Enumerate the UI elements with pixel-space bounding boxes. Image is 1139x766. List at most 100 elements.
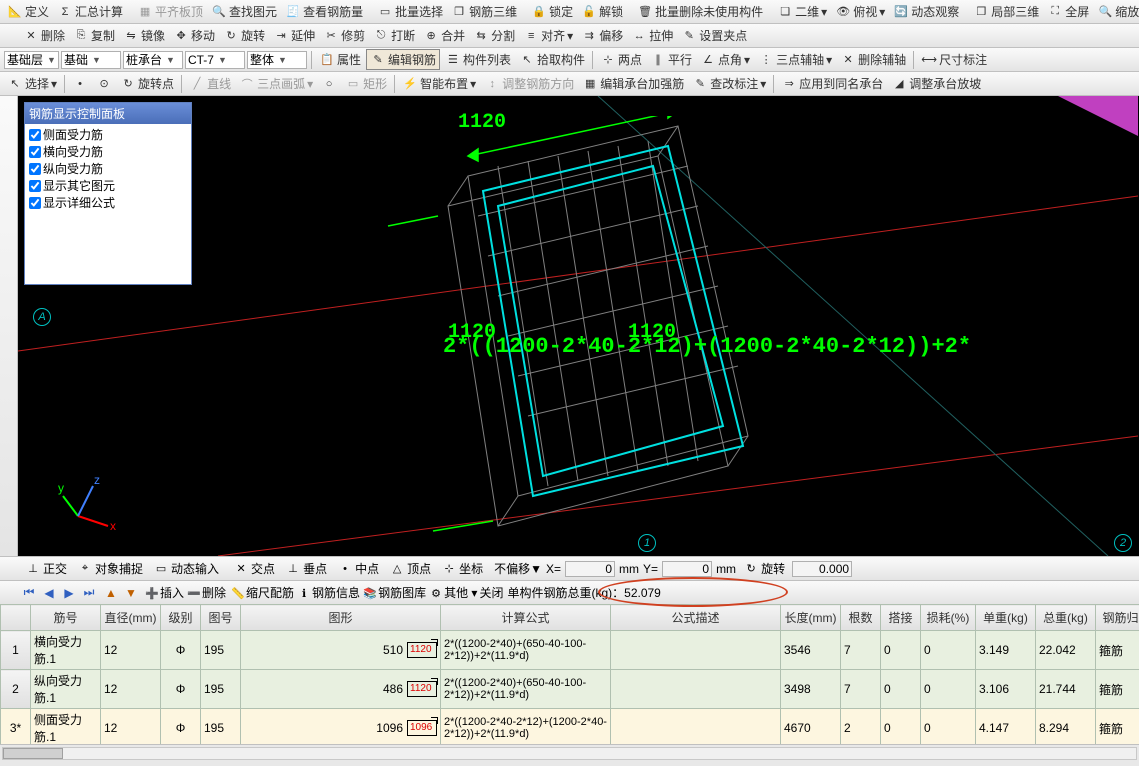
cross-button[interactable]: ✕交点 [230, 559, 278, 578]
rebar-display-panel[interactable]: 钢筋显示控制面板 侧面受力筋 横向受力筋 纵向受力筋 显示其它图元 显示详细公式 [24, 102, 192, 285]
dynview-button[interactable]: 🔄动态观察 [890, 2, 962, 21]
type-dropdown[interactable]: 桩承台▼ [123, 51, 183, 69]
flat-button[interactable]: ▦平齐板顶 [134, 2, 206, 21]
unlock-button[interactable]: 🔓解锁 [578, 2, 626, 21]
extend-button[interactable]: ⇥延伸 [270, 26, 318, 45]
merge-button[interactable]: ⊕合并 [420, 26, 468, 45]
break-button[interactable]: ⎋打断 [370, 26, 418, 45]
category-dropdown[interactable]: 基础▼ [61, 51, 121, 69]
delete-button[interactable]: ✕删除 [20, 26, 68, 45]
nav-next[interactable]: ▶ [60, 584, 78, 602]
nav-prev[interactable]: ◀ [40, 584, 58, 602]
insert-icon: ➕ [144, 585, 160, 601]
break-icon: ⎋ [373, 28, 389, 44]
adjustslope-button[interactable]: ◢调整承台放坡 [888, 74, 984, 93]
viewport-3d[interactable]: 1120 1120 1120 2*((1200-2*40-2*12)+(1200… [18, 96, 1139, 556]
split-button[interactable]: ⇆分割 [470, 26, 518, 45]
insert-button[interactable]: ➕插入 [144, 584, 184, 602]
nav-down[interactable]: ▼ [122, 584, 140, 602]
rotatept-button[interactable]: ↻旋转点 [117, 74, 177, 93]
osnap-button[interactable]: ⌖对象捕捉 [74, 559, 146, 578]
chk-side[interactable]: 侧面受力筋 [27, 126, 189, 143]
adjustdir-button[interactable]: ↕调整钢筋方向 [481, 74, 577, 93]
close-button[interactable]: 关闭 [479, 584, 503, 601]
rot-input[interactable] [792, 561, 852, 577]
nav-last[interactable]: ⏭ [80, 584, 98, 602]
y-input[interactable] [662, 561, 712, 577]
local3d-button[interactable]: ❒局部三维 [970, 2, 1042, 21]
pick-button[interactable]: ↖拾取构件 [516, 50, 588, 69]
rect-button[interactable]: ▭矩形 [342, 74, 390, 93]
dimnote-button[interactable]: ⟷尺寸标注 [918, 50, 990, 69]
applysame-button[interactable]: ⇒应用到同名承台 [778, 74, 886, 93]
chk-horiz[interactable]: 横向受力筋 [27, 143, 189, 160]
trim-button[interactable]: ✂修剪 [320, 26, 368, 45]
rebar-lib-button[interactable]: 📚钢筋图库 [362, 584, 426, 602]
mid-button[interactable]: •中点 [334, 559, 382, 578]
chk-other[interactable]: 显示其它图元 [27, 177, 189, 194]
move-button[interactable]: ✥移动 [170, 26, 218, 45]
define-button[interactable]: 📐定义 [4, 2, 52, 21]
del-icon: ✕ [840, 52, 856, 68]
elem-list-button[interactable]: ☰构件列表 [442, 50, 514, 69]
zoom-button[interactable]: 🔍缩放 [1094, 2, 1139, 21]
rebar-table[interactable]: 筋号直径(mm) 级别图号图形 计算公式公式描述长度(mm) 根数搭接损耗(%)… [0, 604, 1139, 744]
smartplace-button[interactable]: ⚡智能布置 ▾ [399, 74, 479, 93]
icon-btn-3[interactable]: ○ [318, 75, 340, 93]
ptangle-button[interactable]: ∠点角 ▾ [697, 50, 753, 69]
delete-row-button[interactable]: ➖删除 [186, 584, 226, 602]
editcapstrong-button[interactable]: ▦编辑承台加强筋 [579, 74, 687, 93]
coord-button[interactable]: ⊹坐标 [438, 559, 486, 578]
parallel-button[interactable]: ∥平行 [647, 50, 695, 69]
scale-rebar-button[interactable]: 📏缩尺配筋 [230, 584, 294, 602]
copy-button[interactable]: ⎘复制 [70, 26, 118, 45]
select-button[interactable]: ↖选择 ▾ [4, 74, 60, 93]
rotate-button[interactable]: ↻旋转 [220, 26, 268, 45]
offset-button[interactable]: ⇉偏移 [578, 26, 626, 45]
topview-button[interactable]: 👁俯视 ▾ [832, 2, 888, 21]
edit-rebar-button[interactable]: ✎编辑钢筋 [366, 49, 440, 70]
view-rebar-button[interactable]: 🧾查看钢筋量 [282, 2, 366, 21]
other-button[interactable]: ⚙其他 ▾ [428, 584, 477, 602]
mirror-button[interactable]: ⇋镜像 [120, 26, 168, 45]
two-d-button[interactable]: ❏二维 ▾ [774, 2, 830, 21]
icon-btn-2[interactable]: ⊙ [93, 75, 115, 93]
dyninput-button[interactable]: ▭动态输入 [150, 559, 222, 578]
rebar-info-button[interactable]: ℹ钢筋信息 [296, 584, 360, 602]
scope-dropdown[interactable]: 整体▼ [247, 51, 307, 69]
chk-vert[interactable]: 纵向受力筋 [27, 160, 189, 177]
table-row[interactable]: 1横向受力筋.112Φ19551011202*((1200-2*40)+(650… [1, 631, 1139, 670]
threeptaux-button[interactable]: ⋮三点辅轴 ▾ [755, 50, 835, 69]
table-row[interactable]: 3*侧面受力筋.112Φ195109610962*((1200-2*40-2*1… [1, 709, 1139, 745]
icon-btn-1[interactable]: • [69, 75, 91, 93]
batch-select-button[interactable]: ▭批量选择 [374, 2, 446, 21]
x-input[interactable] [565, 561, 615, 577]
attr-button[interactable]: 📋属性 [316, 50, 364, 69]
align-button[interactable]: ≡对齐 ▾ [520, 26, 576, 45]
rebar-grid[interactable]: 筋号直径(mm) 级别图号图形 计算公式公式描述长度(mm) 根数搭接损耗(%)… [0, 604, 1139, 744]
lock-button[interactable]: 🔒锁定 [528, 2, 576, 21]
nav-first[interactable]: ⏮ [20, 584, 38, 602]
fullscreen-button[interactable]: ⛶全屏 [1044, 2, 1092, 21]
nav-up[interactable]: ▲ [102, 584, 120, 602]
twopt-button[interactable]: ⊹两点 [597, 50, 645, 69]
setgrip-button[interactable]: ✎设置夹点 [678, 26, 750, 45]
perp-button[interactable]: ⊥垂点 [282, 559, 330, 578]
sum-button[interactable]: Σ汇总计算 [54, 2, 126, 21]
rebar-3d-button[interactable]: ❒钢筋三维 [448, 2, 520, 21]
apex-button[interactable]: △顶点 [386, 559, 434, 578]
horizontal-scrollbar[interactable] [0, 744, 1139, 762]
floor-dropdown[interactable]: 基础层▼ [4, 51, 59, 69]
chk-formula[interactable]: 显示详细公式 [27, 194, 189, 211]
offset-mode-dropdown[interactable]: 不偏移▼ [494, 560, 542, 577]
table-row[interactable]: 2纵向受力筋.112Φ19548611202*((1200-2*40)+(650… [1, 670, 1139, 709]
checknote-button[interactable]: ✎查改标注 ▾ [689, 74, 769, 93]
line-button[interactable]: ╱直线 [186, 74, 234, 93]
delaux-button[interactable]: ✕删除辅轴 [837, 50, 909, 69]
find-button[interactable]: 🔍查找图元 [208, 2, 280, 21]
ortho-button[interactable]: ⊥正交 [22, 559, 70, 578]
member-dropdown[interactable]: CT-7▼ [185, 51, 245, 69]
arc-button[interactable]: ⌒三点画弧 ▾ [236, 74, 316, 93]
batch-del-button[interactable]: 🗑批量删除未使用构件 [634, 2, 766, 21]
stretch-button[interactable]: ↔拉伸 [628, 26, 676, 45]
